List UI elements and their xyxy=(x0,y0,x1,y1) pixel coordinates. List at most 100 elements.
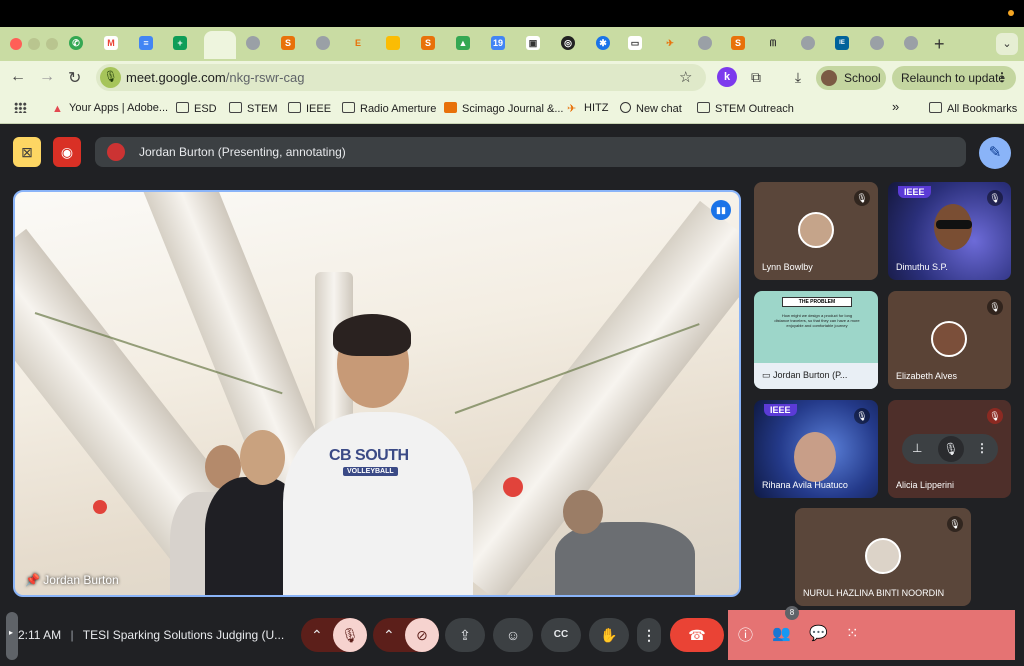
zoom-window-button[interactable] xyxy=(46,38,58,50)
globe-tab-icon[interactable] xyxy=(698,36,712,50)
hitz-tab-icon[interactable]: ✈ xyxy=(663,36,677,50)
participant-tile[interactable]: 🎙 NURUL HAZLINA BINTI NOORDIN xyxy=(795,508,971,606)
raise-hand-icon[interactable]: ✋ xyxy=(589,618,629,652)
image-tab-icon[interactable]: ▣ xyxy=(526,36,540,50)
expand-arrow-icon[interactable]: ▸ xyxy=(9,628,13,637)
bookmark-folder-stem-outreach[interactable]: STEM Outreach xyxy=(697,102,794,115)
globe-tab-icon[interactable] xyxy=(316,36,330,50)
meeting-details-info-icon[interactable]: ⓘ xyxy=(738,624,753,645)
sc-tab-icon[interactable]: S xyxy=(731,36,745,50)
microphone-icon[interactable]: 🎙 xyxy=(100,67,121,88)
camera-off-button-icon[interactable]: ⊘ xyxy=(405,618,439,652)
minimize-window-button[interactable] xyxy=(28,38,40,50)
main-speaker-name: Jordan Burton xyxy=(43,573,119,587)
bookmarks-overflow-button[interactable]: » xyxy=(892,99,899,114)
speaking-indicator-icon: ▮▮ xyxy=(711,200,731,220)
tab-active-meet[interactable] xyxy=(204,31,236,59)
mic-off-button-icon[interactable]: 🎙 xyxy=(333,618,367,652)
captions-cc-icon[interactable]: CC xyxy=(541,618,581,652)
tab-search-chevron-icon[interactable]: ⌄ xyxy=(996,33,1018,55)
participant-tile[interactable]: 🎙 Lynn Bowlby xyxy=(754,182,878,280)
activities-grid-icon[interactable]: ⁙ xyxy=(846,624,859,642)
participant-tile[interactable]: IEEE 🎙 Dimuthu S.P. xyxy=(888,182,1011,280)
pin-icon[interactable]: ⊥ xyxy=(912,441,922,455)
docs-tab-icon[interactable]: ≡ xyxy=(139,36,153,50)
etsy-tab-icon[interactable]: E xyxy=(351,36,365,50)
end-call-phone-icon[interactable]: ☎ xyxy=(670,618,724,652)
forward-arrow-icon[interactable]: → xyxy=(39,68,55,86)
image-tab-icon[interactable]: ▭ xyxy=(628,36,642,50)
chatgpt-tab-icon[interactable]: ◎ xyxy=(561,36,575,50)
extensions-puzzle-icon[interactable]: ⧉ xyxy=(746,67,766,87)
participant-name: ▭ Jordan Burton (P... xyxy=(762,370,847,381)
extension-k-icon[interactable]: k xyxy=(717,67,737,87)
calendar-tab-icon[interactable]: 19 xyxy=(491,36,505,50)
camera-options-chevron-icon[interactable]: ⌃ xyxy=(383,618,395,652)
bookmark-folder-stem[interactable]: STEM xyxy=(229,102,278,115)
main-video-name: 📌 Jordan Burton xyxy=(25,573,119,587)
sc-tab-icon[interactable]: S xyxy=(421,36,435,50)
sjr-tab-icon[interactable]: S xyxy=(281,36,295,50)
bookmark-scimago[interactable]: Scimago Journal &... xyxy=(444,102,564,115)
presenting-banner[interactable]: Jordan Burton (Presenting, annotating) xyxy=(95,137,966,167)
present-screen-button-icon[interactable]: ⇪ xyxy=(445,618,485,652)
slides-tab-icon[interactable] xyxy=(386,36,400,50)
bookmark-adobe[interactable]: ▲ Your Apps | Adobe... xyxy=(52,102,168,115)
apps-grid-icon[interactable] xyxy=(14,102,32,115)
participant-tile-presentation[interactable]: THE PROBLEM How might we design a produc… xyxy=(754,291,878,389)
bookmark-folder-radio[interactable]: Radio Amerture xyxy=(342,102,436,115)
url-host: meet.google.com xyxy=(126,70,226,85)
participant-avatar xyxy=(931,321,967,357)
bookmark-new-chat[interactable]: New chat xyxy=(620,102,682,115)
globe-tab-icon[interactable] xyxy=(246,36,260,50)
whatsapp-tab-icon[interactable]: ✆ xyxy=(69,36,83,50)
mic-off-icon: 🎙 xyxy=(987,408,1003,424)
address-bar[interactable]: 🎙 meet.google.com/nkg-rswr-cag ☆ xyxy=(96,64,706,91)
main-video-tile[interactable]: CB SOUTH VOLLEYBALL ▮▮ 📌 Jordan Burton xyxy=(13,190,741,597)
bookmark-hitz[interactable]: ✈ HITZ xyxy=(567,102,608,115)
menu-kebab-icon[interactable]: ⋮ xyxy=(996,70,1008,84)
all-bookmarks-folder[interactable]: All Bookmarks xyxy=(929,102,1017,115)
participant-tile[interactable]: 🎙 ⊥ 🎙 ⋮ Alicia Lipperini xyxy=(888,400,1011,498)
back-arrow-icon[interactable]: ← xyxy=(10,68,26,86)
globe-tab-icon[interactable] xyxy=(870,36,884,50)
monday-tab-icon[interactable]: ᗰ xyxy=(766,36,780,50)
annotate-pen-icon[interactable]: ✎ xyxy=(979,137,1011,169)
recording-icon[interactable]: ◉ xyxy=(53,137,81,167)
pin-icon[interactable]: 📌 xyxy=(25,573,40,587)
mute-for-all-icon[interactable]: 🎙 xyxy=(938,436,964,462)
mic-options-chevron-icon[interactable]: ⌃ xyxy=(311,618,323,652)
download-icon[interactable]: ⤓ xyxy=(788,67,808,87)
ieee-tab-icon[interactable]: IE xyxy=(835,36,849,50)
relaunch-button[interactable]: Relaunch to update ⋮ xyxy=(892,66,1016,90)
side-panel-handle[interactable]: ▸ xyxy=(6,612,18,660)
close-window-button[interactable] xyxy=(10,38,22,50)
reactions-emoji-icon[interactable]: ☺ xyxy=(493,618,533,652)
sheets-tab-icon[interactable]: + xyxy=(173,36,187,50)
chat-icon[interactable]: 💬 xyxy=(809,624,828,642)
globe-tab-icon[interactable] xyxy=(904,36,918,50)
bookmark-label: All Bookmarks xyxy=(947,103,1018,115)
mic-control-group: ⌃ 🎙 xyxy=(301,618,367,652)
reload-icon[interactable]: ↻ xyxy=(68,68,81,88)
bookmark-star-icon[interactable]: ☆ xyxy=(679,68,692,86)
slide-text: How might we design a product for long d… xyxy=(774,313,860,328)
meeting-info: 2:11 AM | TESI Sparking Solutions Judgin… xyxy=(18,628,284,642)
people-icon[interactable]: 👥 xyxy=(772,624,791,642)
bookmark-folder-esd[interactable]: ESD xyxy=(176,102,217,115)
profile-button[interactable]: School xyxy=(816,66,886,90)
participant-tile[interactable]: 🎙 Elizabeth Alves xyxy=(888,291,1011,389)
bookmark-folder-ieee[interactable]: IEEE xyxy=(288,102,331,115)
mic-off-icon: 🎙 xyxy=(947,516,963,532)
gmail-tab-icon[interactable]: M xyxy=(104,36,118,50)
more-options-icon[interactable]: ⋮ xyxy=(976,441,988,455)
participant-tile[interactable]: IEEE 🎙 Rihana Avila Huatuco xyxy=(754,400,878,498)
participant-face xyxy=(794,432,836,482)
gear-tab-icon[interactable]: ✱ xyxy=(596,36,610,50)
more-options-kebab-icon[interactable]: ⋮ xyxy=(637,618,661,652)
new-tab-button[interactable]: + xyxy=(934,34,945,55)
globe-tab-icon[interactable] xyxy=(801,36,815,50)
mic-off-icon: 🎙 xyxy=(854,408,870,424)
drive-tab-icon[interactable]: ▲ xyxy=(456,36,470,50)
stop-presenting-icon[interactable]: ⊠ xyxy=(13,137,41,167)
